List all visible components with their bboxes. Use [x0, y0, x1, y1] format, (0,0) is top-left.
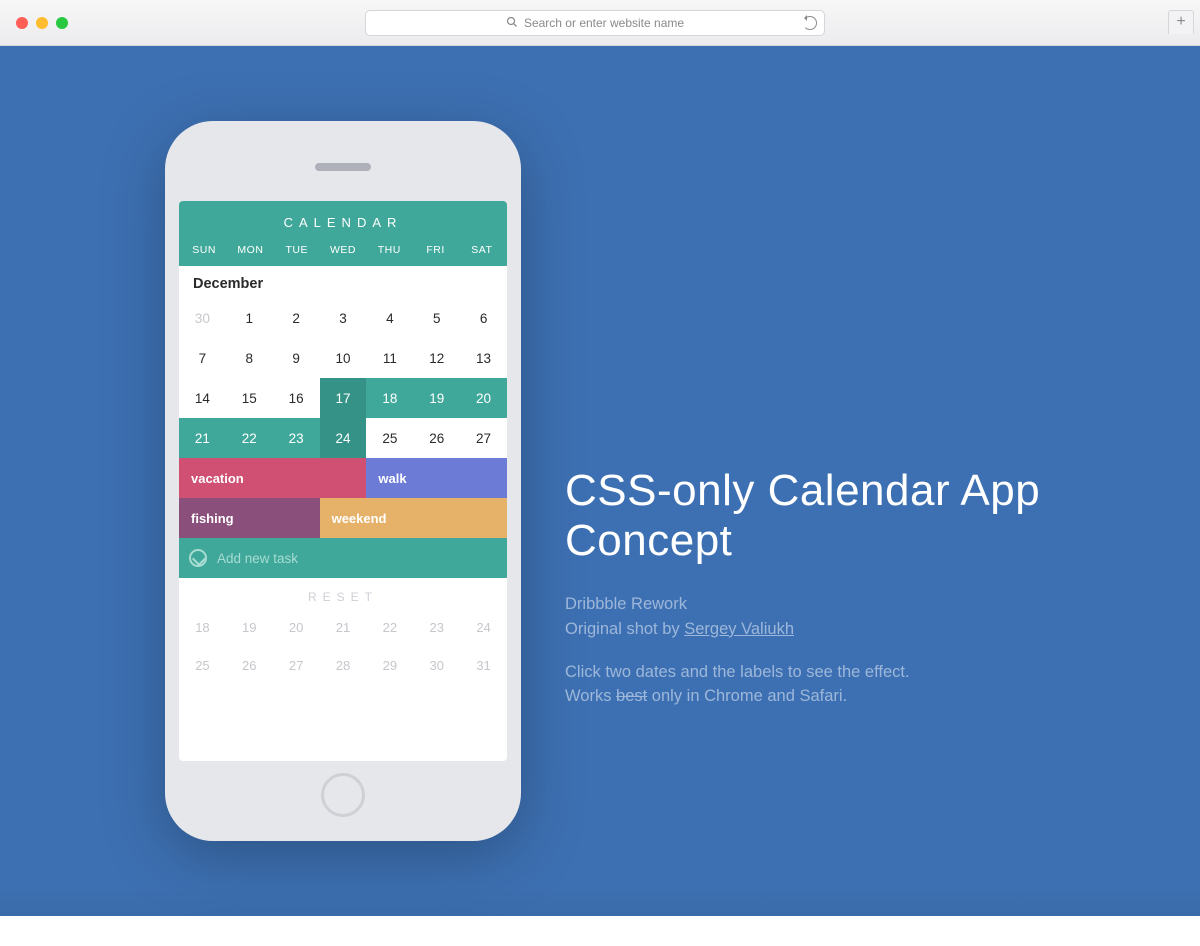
close-window-button[interactable]: [16, 17, 28, 29]
dow-mon: MON: [227, 244, 273, 256]
mini-day-cell[interactable]: 18: [179, 608, 226, 646]
calendar-grid: 3012345678910111213141516171819202122232…: [179, 298, 507, 458]
minimize-window-button[interactable]: [36, 17, 48, 29]
day-cell[interactable]: 14: [179, 378, 226, 418]
reset-button[interactable]: RESET: [179, 578, 507, 608]
phone-mockup: CALENDAR SUN MON TUE WED THU FRI SAT Dec…: [165, 121, 521, 841]
mini-day-cell[interactable]: 21: [320, 608, 367, 646]
tip2-suffix: only in Chrome and Safari.: [647, 687, 847, 705]
subtitle-line-1: Dribbble Rework: [565, 592, 1140, 617]
day-cell[interactable]: 22: [226, 418, 273, 458]
event-bar-fishing[interactable]: fishing: [179, 498, 320, 538]
mini-day-cell[interactable]: 28: [320, 646, 367, 684]
event-bar-weekend[interactable]: weekend: [320, 498, 507, 538]
month-label: December: [179, 266, 507, 298]
day-cell[interactable]: 6: [460, 298, 507, 338]
page-title: CSS-only Calendar App Concept: [565, 466, 1140, 566]
tip2-prefix: Works: [565, 687, 616, 705]
mini-day-cell[interactable]: 20: [273, 608, 320, 646]
day-cell[interactable]: 18: [366, 378, 413, 418]
tip-line-2: Works best only in Chrome and Safari.: [565, 684, 1140, 709]
day-cell[interactable]: 20: [460, 378, 507, 418]
calendar-header: CALENDAR SUN MON TUE WED THU FRI SAT: [179, 201, 507, 266]
day-cell[interactable]: 12: [413, 338, 460, 378]
add-task-label: Add new task: [217, 551, 298, 566]
event-bars: vacation walk fishing weekend: [179, 458, 507, 538]
day-cell[interactable]: 24: [320, 418, 367, 458]
mini-day-cell[interactable]: 25: [179, 646, 226, 684]
mini-day-cell[interactable]: 31: [460, 646, 507, 684]
phone-speaker: [315, 163, 371, 171]
mini-day-cell[interactable]: 19: [226, 608, 273, 646]
day-cell[interactable]: 10: [320, 338, 367, 378]
tip2-strike: best: [616, 687, 647, 705]
page-viewport: CALENDAR SUN MON TUE WED THU FRI SAT Dec…: [0, 46, 1200, 916]
day-cell[interactable]: 4: [366, 298, 413, 338]
day-cell[interactable]: 30: [179, 298, 226, 338]
day-cell[interactable]: 26: [413, 418, 460, 458]
dow-tue: TUE: [274, 244, 320, 256]
day-cell[interactable]: 15: [226, 378, 273, 418]
add-new-task-button[interactable]: Add new task: [179, 538, 507, 578]
day-cell[interactable]: 19: [413, 378, 460, 418]
day-cell[interactable]: 13: [460, 338, 507, 378]
day-cell[interactable]: 1: [226, 298, 273, 338]
subtitle-prefix: Original shot by: [565, 620, 684, 638]
address-bar-placeholder: Search or enter website name: [524, 16, 684, 30]
day-cell[interactable]: 3: [320, 298, 367, 338]
dow-wed: WED: [320, 244, 366, 256]
day-cell[interactable]: 7: [179, 338, 226, 378]
mini-day-cell[interactable]: 24: [460, 608, 507, 646]
tip-line-1: Click two dates and the labels to see th…: [565, 660, 1140, 685]
phone-screen: CALENDAR SUN MON TUE WED THU FRI SAT Dec…: [179, 201, 507, 761]
mini-day-cell[interactable]: 27: [273, 646, 320, 684]
day-cell[interactable]: 23: [273, 418, 320, 458]
search-icon: [506, 16, 518, 31]
phone-body: CALENDAR SUN MON TUE WED THU FRI SAT Dec…: [165, 121, 521, 841]
author-link[interactable]: Sergey Valiukh: [684, 620, 794, 638]
dow-thu: THU: [366, 244, 412, 256]
calendar-title: CALENDAR: [179, 215, 507, 238]
mini-calendar: 18192021222324 25262728293031: [179, 608, 507, 684]
window-controls: [16, 17, 68, 29]
day-cell[interactable]: 5: [413, 298, 460, 338]
dow-sun: SUN: [181, 244, 227, 256]
event-bar-vacation[interactable]: vacation: [179, 458, 366, 498]
day-cell[interactable]: 11: [366, 338, 413, 378]
mini-day-cell[interactable]: 30: [413, 646, 460, 684]
subtitle-line-2: Original shot by Sergey Valiukh: [565, 617, 1140, 642]
dow-fri: FRI: [412, 244, 458, 256]
day-cell[interactable]: 27: [460, 418, 507, 458]
day-cell[interactable]: 25: [366, 418, 413, 458]
dow-sat: SAT: [459, 244, 505, 256]
address-bar[interactable]: Search or enter website name: [365, 10, 825, 36]
mini-day-cell[interactable]: 22: [366, 608, 413, 646]
day-cell[interactable]: 2: [273, 298, 320, 338]
mini-day-cell[interactable]: 23: [413, 608, 460, 646]
day-cell[interactable]: 17: [320, 378, 367, 418]
event-bar-walk[interactable]: walk: [366, 458, 507, 498]
day-of-week-row: SUN MON TUE WED THU FRI SAT: [179, 238, 507, 266]
reload-icon[interactable]: [803, 16, 817, 30]
new-tab-button[interactable]: +: [1168, 10, 1194, 34]
zoom-window-button[interactable]: [56, 17, 68, 29]
window-shadow: [0, 886, 1200, 916]
mini-day-cell[interactable]: 29: [366, 646, 413, 684]
day-cell[interactable]: 21: [179, 418, 226, 458]
hero-copy: CSS-only Calendar App Concept Dribbble R…: [565, 466, 1140, 709]
browser-toolbar: Search or enter website name +: [0, 0, 1200, 46]
add-task-icon: [189, 549, 207, 567]
phone-home-button[interactable]: [321, 773, 365, 817]
mini-day-cell[interactable]: 26: [226, 646, 273, 684]
day-cell[interactable]: 9: [273, 338, 320, 378]
day-cell[interactable]: 8: [226, 338, 273, 378]
day-cell[interactable]: 16: [273, 378, 320, 418]
